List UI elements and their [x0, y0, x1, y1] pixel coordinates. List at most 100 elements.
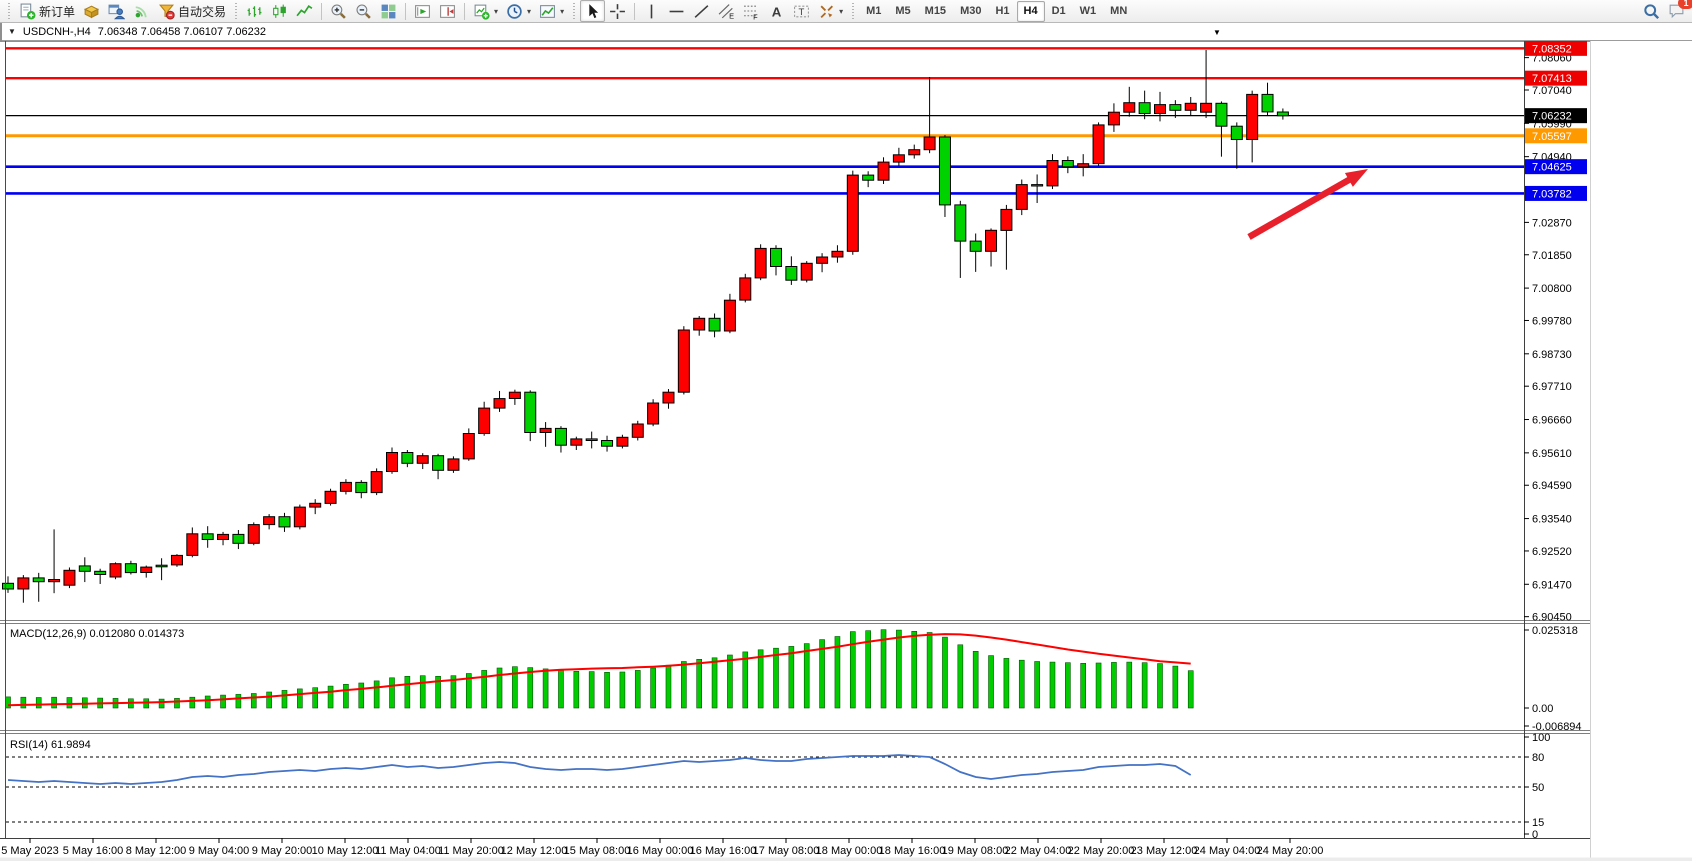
hline-glyph — [668, 3, 685, 20]
svg-text:7.03782: 7.03782 — [1532, 188, 1572, 200]
svg-text:6.92520: 6.92520 — [1532, 546, 1572, 558]
svg-text:6.91470: 6.91470 — [1532, 579, 1572, 591]
trendline-glyph — [693, 3, 710, 20]
svg-text:7.02870: 7.02870 — [1532, 217, 1572, 229]
toolbox-glyph — [83, 3, 100, 20]
equidistant-channel-button[interactable]: E — [714, 0, 739, 22]
toolbar-drag-handle[interactable] — [7, 3, 11, 19]
svg-text:6.97710: 6.97710 — [1532, 381, 1572, 393]
vertical-line-button[interactable] — [639, 0, 664, 22]
svg-text:9 May 20:00: 9 May 20:00 — [252, 845, 313, 857]
new-chart-dropdown[interactable]: ▾ — [469, 0, 502, 22]
svg-text:11 May 20:00: 11 May 20:00 — [438, 845, 504, 857]
cursor-glyph — [584, 3, 601, 20]
toolbar-drag-handle[interactable] — [234, 3, 238, 19]
tester-glyph — [108, 3, 125, 20]
chat-button-wrap[interactable]: 1 — [1664, 0, 1689, 22]
textlabel-glyph: T — [793, 3, 810, 20]
svg-text:6.98730: 6.98730 — [1532, 349, 1572, 361]
svg-text:5 May 16:00: 5 May 16:00 — [63, 845, 124, 857]
svg-text:15 May 08:00: 15 May 08:00 — [564, 845, 631, 857]
new-order-button[interactable]: 新订单 — [15, 0, 79, 22]
timeframe-button-m5[interactable]: M5 — [888, 1, 917, 22]
timeframe-button-h1[interactable]: H1 — [988, 1, 1016, 22]
bar-chart-button[interactable] — [242, 0, 267, 22]
chevron-down-icon: ▾ — [560, 7, 564, 16]
autotrading-button[interactable]: 自动交易 — [154, 0, 230, 22]
search-button[interactable] — [1639, 0, 1664, 22]
svg-text:12 May 12:00: 12 May 12:00 — [501, 845, 568, 857]
svg-text:22 May 04:00: 22 May 04:00 — [1005, 845, 1072, 857]
timeframe-button-m15[interactable]: M15 — [918, 1, 953, 22]
crosshair-button[interactable] — [605, 0, 630, 22]
fibo-glyph: F — [743, 3, 760, 20]
horizontal-line-button[interactable] — [664, 0, 689, 22]
new-order-button-label: 新订单 — [39, 3, 75, 20]
toolbar-drag-handle[interactable] — [572, 3, 576, 19]
svg-text:E: E — [729, 11, 734, 20]
timeframe-button-d1[interactable]: D1 — [1045, 1, 1073, 22]
chart-ohlc-values: 7.06348 7.06458 7.06107 7.06232 — [98, 26, 266, 38]
arrows-dropdown[interactable]: ▾ — [814, 0, 847, 22]
chart-canvas[interactable]: MACD(12,26,9) 0.012080 0.014373RSI(14) 6… — [0, 41, 1692, 861]
vline-glyph — [643, 3, 660, 20]
tile-windows-button[interactable] — [376, 0, 401, 22]
template-glyph — [539, 3, 556, 20]
candlestick-chart-button[interactable] — [267, 0, 292, 22]
timeframe-button-mn[interactable]: MN — [1103, 1, 1134, 22]
toolbar-separator — [464, 3, 465, 20]
chevron-down-icon: ▾ — [494, 7, 498, 16]
svg-text:6.90450: 6.90450 — [1532, 612, 1572, 624]
svg-text:7.00800: 7.00800 — [1532, 283, 1572, 295]
new-chart-glyph — [473, 3, 490, 20]
timeframe-button-h4[interactable]: H4 — [1017, 1, 1045, 22]
svg-text:9 May 04:00: 9 May 04:00 — [189, 845, 250, 857]
timeframe-button-w1[interactable]: W1 — [1073, 1, 1104, 22]
toolbar-separator — [634, 3, 635, 20]
svg-text:19 May 08:00: 19 May 08:00 — [942, 845, 1009, 857]
chartshift-glyph — [439, 3, 456, 20]
svg-text:6.99780: 6.99780 — [1532, 315, 1572, 327]
svg-text:7.06232: 7.06232 — [1532, 111, 1572, 123]
chart-shift-marker-icon[interactable]: ▼ — [1213, 28, 1221, 37]
svg-text:6.96660: 6.96660 — [1532, 415, 1572, 427]
svg-text:F: F — [753, 12, 758, 20]
toolbox-icon[interactable] — [79, 0, 104, 22]
svg-text:50: 50 — [1532, 782, 1544, 794]
toolbar-drag-handle[interactable] — [851, 3, 855, 19]
svg-text:7.04625: 7.04625 — [1532, 162, 1572, 174]
svg-text:8 May 12:00: 8 May 12:00 — [126, 845, 187, 857]
auto-scroll-button[interactable] — [410, 0, 435, 22]
chart-title: USDCNH-,H4 — [23, 26, 91, 38]
trendline-button[interactable] — [689, 0, 714, 22]
text-label-button[interactable]: T — [789, 0, 814, 22]
chevron-down-icon: ▾ — [839, 7, 843, 16]
new-order-glyph — [19, 3, 36, 20]
zoom-in-button[interactable] — [326, 0, 351, 22]
svg-text:0: 0 — [1532, 829, 1538, 841]
svg-text:A: A — [772, 4, 782, 19]
timeframe-button-m30[interactable]: M30 — [953, 1, 988, 22]
template-dropdown[interactable]: ▾ — [535, 0, 568, 22]
autoscroll-glyph — [414, 3, 431, 20]
svg-text:7.01850: 7.01850 — [1532, 250, 1572, 262]
toolbar-separator — [321, 3, 322, 20]
cursor-button[interactable] — [580, 0, 605, 22]
timeframe-button-m1[interactable]: M1 — [859, 1, 888, 22]
period-dropdown[interactable]: ▾ — [502, 0, 535, 22]
svg-text:18 May 00:00: 18 May 00:00 — [816, 845, 883, 857]
svg-text:MACD(12,26,9) 0.012080 0.01437: MACD(12,26,9) 0.012080 0.014373 — [10, 628, 184, 640]
clock-glyph — [506, 3, 523, 20]
svg-text:16 May 00:00: 16 May 00:00 — [627, 845, 694, 857]
signals-icon[interactable] — [129, 0, 154, 22]
text-button[interactable]: A — [764, 0, 789, 22]
fibonacci-button[interactable]: F — [739, 0, 764, 22]
chart-shift-button[interactable] — [435, 0, 460, 22]
arrows-glyph — [818, 3, 835, 20]
svg-text:7.07040: 7.07040 — [1532, 85, 1572, 97]
zoom-out-button[interactable] — [351, 0, 376, 22]
strategy-tester-icon[interactable] — [104, 0, 129, 22]
line-chart-button[interactable] — [292, 0, 317, 22]
chart-collapse-icon[interactable]: ▼ — [8, 27, 16, 36]
text-glyph: A — [768, 3, 785, 20]
